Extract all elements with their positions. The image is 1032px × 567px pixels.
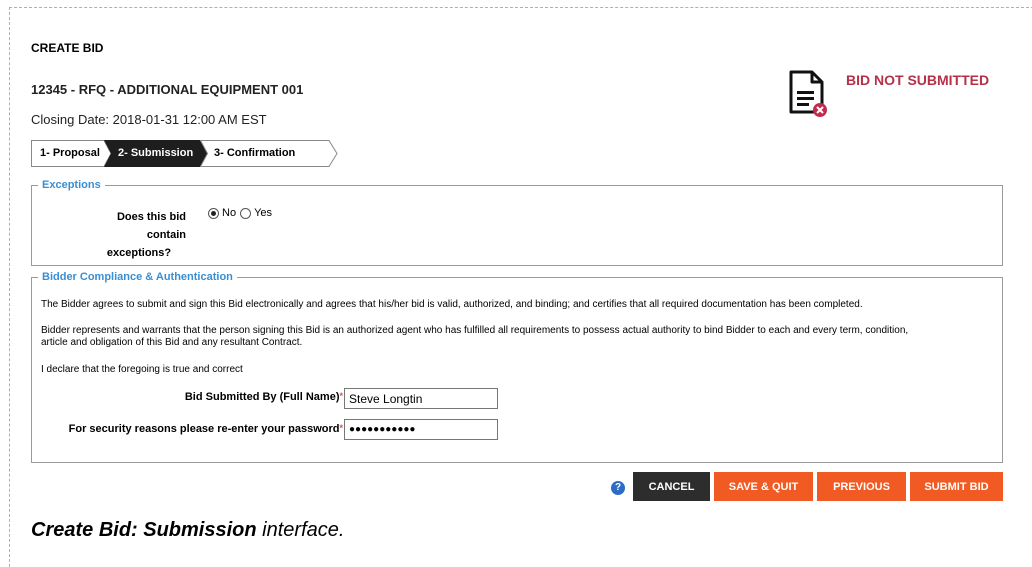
compliance-legend: Bidder Compliance & Authentication [42,271,233,283]
help-icon[interactable]: ? [611,481,625,495]
step-confirmation[interactable]: 3- Confirmation [200,140,340,167]
submit-bid-button[interactable]: SUBMIT BID [910,472,1003,501]
compliance-paragraph-1: The Bidder agrees to submit and sign thi… [41,299,863,310]
required-mark: * [339,423,343,433]
full-name-input[interactable]: Steve Longtin [344,388,498,409]
password-input[interactable]: ●●●●●●●●●●● [344,419,498,440]
exceptions-legend: Exceptions [42,179,101,191]
page-heading: CREATE BID [31,41,104,55]
exceptions-no-radio[interactable] [208,207,219,219]
cancel-button[interactable]: CANCEL [633,472,710,501]
previous-button[interactable]: PREVIOUS [817,472,906,501]
save-quit-button[interactable]: SAVE & QUIT [714,472,813,501]
password-label: For security reasons please re-enter you… [68,423,343,435]
step-submission[interactable]: 2- Submission [104,140,208,167]
exceptions-yes-radio[interactable] [240,207,252,219]
bid-status: BID NOT SUBMITTED [846,72,990,88]
closing-date: Closing Date: 2018-01-31 12:00 AM EST [31,112,267,127]
exceptions-yes-label[interactable]: Yes [254,207,272,219]
full-name-label: Bid Submitted By (Full Name)* [184,391,343,403]
rfq-title: 12345 - RFQ - ADDITIONAL EQUIPMENT 001 [31,82,304,97]
required-mark: * [339,391,343,401]
exceptions-question: Does this bid contain exceptions? [106,211,186,259]
figure-caption: Create Bid: Submission interface. [31,519,345,541]
exceptions-radio-group: No Yes [208,207,276,219]
exceptions-no-label[interactable]: No [222,207,236,219]
step-proposal[interactable]: 1- Proposal [31,140,112,167]
declaration-text: I declare that the foregoing is true and… [41,364,243,375]
compliance-paragraph-2: Bidder represents and warrants that the … [41,325,909,348]
document-error-icon [788,70,828,118]
